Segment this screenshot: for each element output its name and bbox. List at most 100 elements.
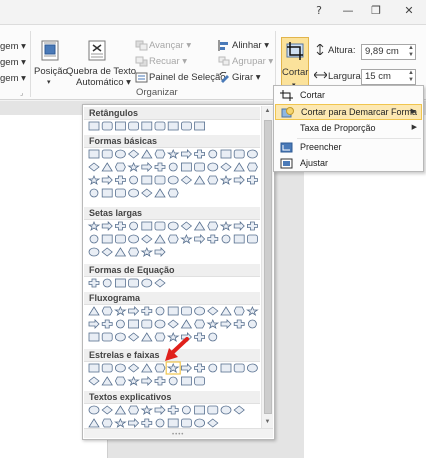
menu-item-fill[interactable]: Preencher bbox=[275, 140, 422, 156]
shape-thumbnail[interactable] bbox=[114, 247, 127, 257]
shape-thumbnail[interactable] bbox=[101, 234, 113, 244]
shape-thumbnail[interactable] bbox=[141, 319, 153, 329]
shape-thumbnail[interactable] bbox=[88, 121, 100, 131]
shape-thumbnail[interactable] bbox=[168, 376, 178, 386]
bring-forward-button[interactable]: Avançar ▾ bbox=[149, 40, 191, 51]
rotate-button[interactable]: Girar ▾ bbox=[232, 72, 261, 83]
shape-thumbnail[interactable] bbox=[101, 405, 113, 415]
shape-thumbnail[interactable] bbox=[194, 306, 205, 316]
menu-item-crop-to-shape[interactable]: Cortar para Demarcar Forma ▶ bbox=[275, 104, 422, 120]
shape-thumbnail[interactable] bbox=[233, 405, 245, 415]
shape-thumbnail[interactable] bbox=[220, 405, 232, 415]
width-field[interactable]: 15 cm ▲ ▼ bbox=[361, 69, 416, 85]
shape-thumbnail[interactable] bbox=[154, 319, 166, 329]
shape-thumbnail[interactable] bbox=[87, 174, 101, 185]
shape-thumbnail[interactable] bbox=[220, 363, 232, 373]
ribbon-left-item-3[interactable]: gem ▾ bbox=[0, 73, 26, 84]
shape-thumbnail[interactable] bbox=[207, 234, 219, 244]
shape-thumbnail[interactable] bbox=[115, 149, 126, 159]
shape-thumbnail[interactable] bbox=[141, 121, 153, 131]
shape-thumbnail[interactable] bbox=[89, 234, 99, 244]
shape-thumbnail[interactable] bbox=[115, 188, 126, 198]
menu-item-aspect-ratio[interactable]: Taxa de Proporção ▶ bbox=[275, 121, 422, 137]
shape-thumbnail[interactable] bbox=[219, 174, 233, 185]
shape-thumbnail[interactable] bbox=[180, 175, 193, 185]
shape-thumbnail[interactable] bbox=[194, 319, 206, 329]
shape-thumbnail[interactable] bbox=[115, 278, 126, 288]
shape-thumbnail[interactable] bbox=[88, 278, 100, 288]
shape-thumbnail[interactable] bbox=[101, 121, 113, 131]
scroll-up-icon[interactable]: ▲ bbox=[262, 106, 273, 117]
shape-thumbnail[interactable] bbox=[115, 363, 126, 373]
shape-thumbnail[interactable] bbox=[154, 376, 166, 386]
close-button[interactable]: ✕ bbox=[399, 2, 419, 20]
shape-thumbnail[interactable] bbox=[233, 306, 245, 316]
spinner-arrows-icon[interactable]: ▲ ▼ bbox=[408, 70, 414, 84]
shape-thumbnail[interactable] bbox=[180, 221, 193, 231]
height-field[interactable]: 9,89 cm ▲ ▼ bbox=[361, 44, 416, 60]
shape-thumbnail[interactable] bbox=[88, 319, 100, 329]
shape-thumbnail[interactable] bbox=[114, 417, 127, 428]
shape-thumbnail[interactable] bbox=[246, 305, 259, 316]
shape-thumbnail[interactable] bbox=[154, 188, 166, 198]
shape-thumbnail[interactable] bbox=[88, 376, 100, 386]
shape-thumbnail[interactable] bbox=[233, 234, 245, 244]
shape-thumbnail[interactable] bbox=[206, 318, 220, 329]
shape-thumbnail[interactable] bbox=[87, 220, 101, 231]
shape-thumbnail[interactable] bbox=[101, 175, 113, 185]
shape-thumbnail[interactable] bbox=[141, 306, 153, 316]
shape-thumbnail[interactable] bbox=[233, 363, 245, 373]
shape-thumbnail[interactable] bbox=[168, 162, 178, 172]
shape-thumbnail[interactable] bbox=[127, 363, 140, 373]
shape-thumbnail[interactable] bbox=[219, 220, 233, 231]
shape-thumbnail[interactable] bbox=[116, 319, 125, 329]
shape-thumbnail[interactable] bbox=[101, 319, 113, 329]
shape-thumbnail[interactable] bbox=[127, 161, 140, 172]
shape-thumbnail[interactable] bbox=[89, 188, 99, 198]
shape-thumbnail[interactable] bbox=[181, 376, 192, 386]
shape-thumbnail[interactable] bbox=[207, 175, 219, 185]
menu-item-fit[interactable]: Ajustar bbox=[275, 156, 422, 172]
selected-shape-thumbnail[interactable] bbox=[165, 361, 181, 375]
shape-thumbnail[interactable] bbox=[194, 363, 205, 373]
shape-thumbnail[interactable] bbox=[167, 319, 179, 329]
shape-thumbnail[interactable] bbox=[220, 162, 232, 172]
shape-thumbnail[interactable] bbox=[167, 405, 179, 415]
shape-thumbnail[interactable] bbox=[194, 162, 205, 172]
shape-thumbnail[interactable] bbox=[208, 363, 218, 373]
group-button[interactable]: Agrupar ▾ bbox=[232, 56, 273, 67]
shape-thumbnail[interactable] bbox=[88, 332, 100, 342]
shape-thumbnail[interactable] bbox=[129, 221, 138, 231]
shape-thumbnail[interactable] bbox=[141, 332, 153, 342]
shape-thumbnail[interactable] bbox=[88, 306, 100, 316]
shape-thumbnail[interactable] bbox=[115, 175, 126, 185]
shape-thumbnail[interactable] bbox=[181, 363, 192, 373]
shape-thumbnail[interactable] bbox=[88, 363, 100, 373]
align-button[interactable]: Alinhar ▾ bbox=[232, 40, 269, 51]
shape-thumbnail[interactable] bbox=[102, 278, 112, 288]
shape-thumbnail[interactable] bbox=[127, 149, 140, 159]
shape-thumbnail[interactable] bbox=[181, 162, 192, 172]
shape-thumbnail[interactable] bbox=[167, 121, 179, 131]
shape-thumbnail[interactable] bbox=[141, 149, 153, 159]
shape-thumbnail[interactable] bbox=[128, 121, 139, 131]
shape-thumbnail[interactable] bbox=[180, 233, 193, 244]
shape-thumbnail[interactable] bbox=[154, 149, 166, 159]
shape-thumbnail[interactable] bbox=[247, 319, 257, 329]
shape-thumbnail[interactable] bbox=[101, 162, 113, 172]
ribbon-left-item-1[interactable]: gem ▾ bbox=[0, 41, 26, 52]
shape-thumbnail[interactable] bbox=[101, 332, 113, 342]
shape-thumbnail[interactable] bbox=[246, 234, 258, 244]
shape-thumbnail[interactable] bbox=[154, 221, 166, 231]
shape-thumbnail[interactable] bbox=[193, 221, 206, 231]
shape-thumbnail[interactable] bbox=[154, 278, 166, 288]
shape-thumbnail[interactable] bbox=[154, 121, 166, 131]
shape-thumbnail[interactable] bbox=[167, 306, 179, 316]
shape-thumbnail[interactable] bbox=[182, 405, 191, 415]
shape-thumbnail[interactable] bbox=[101, 418, 113, 428]
shape-thumbnail[interactable] bbox=[154, 234, 166, 244]
scroll-thumb[interactable] bbox=[264, 120, 272, 414]
shape-thumbnail[interactable] bbox=[115, 121, 126, 131]
position-button[interactable]: Posição bbox=[34, 66, 68, 77]
shape-thumbnail[interactable] bbox=[167, 175, 179, 185]
